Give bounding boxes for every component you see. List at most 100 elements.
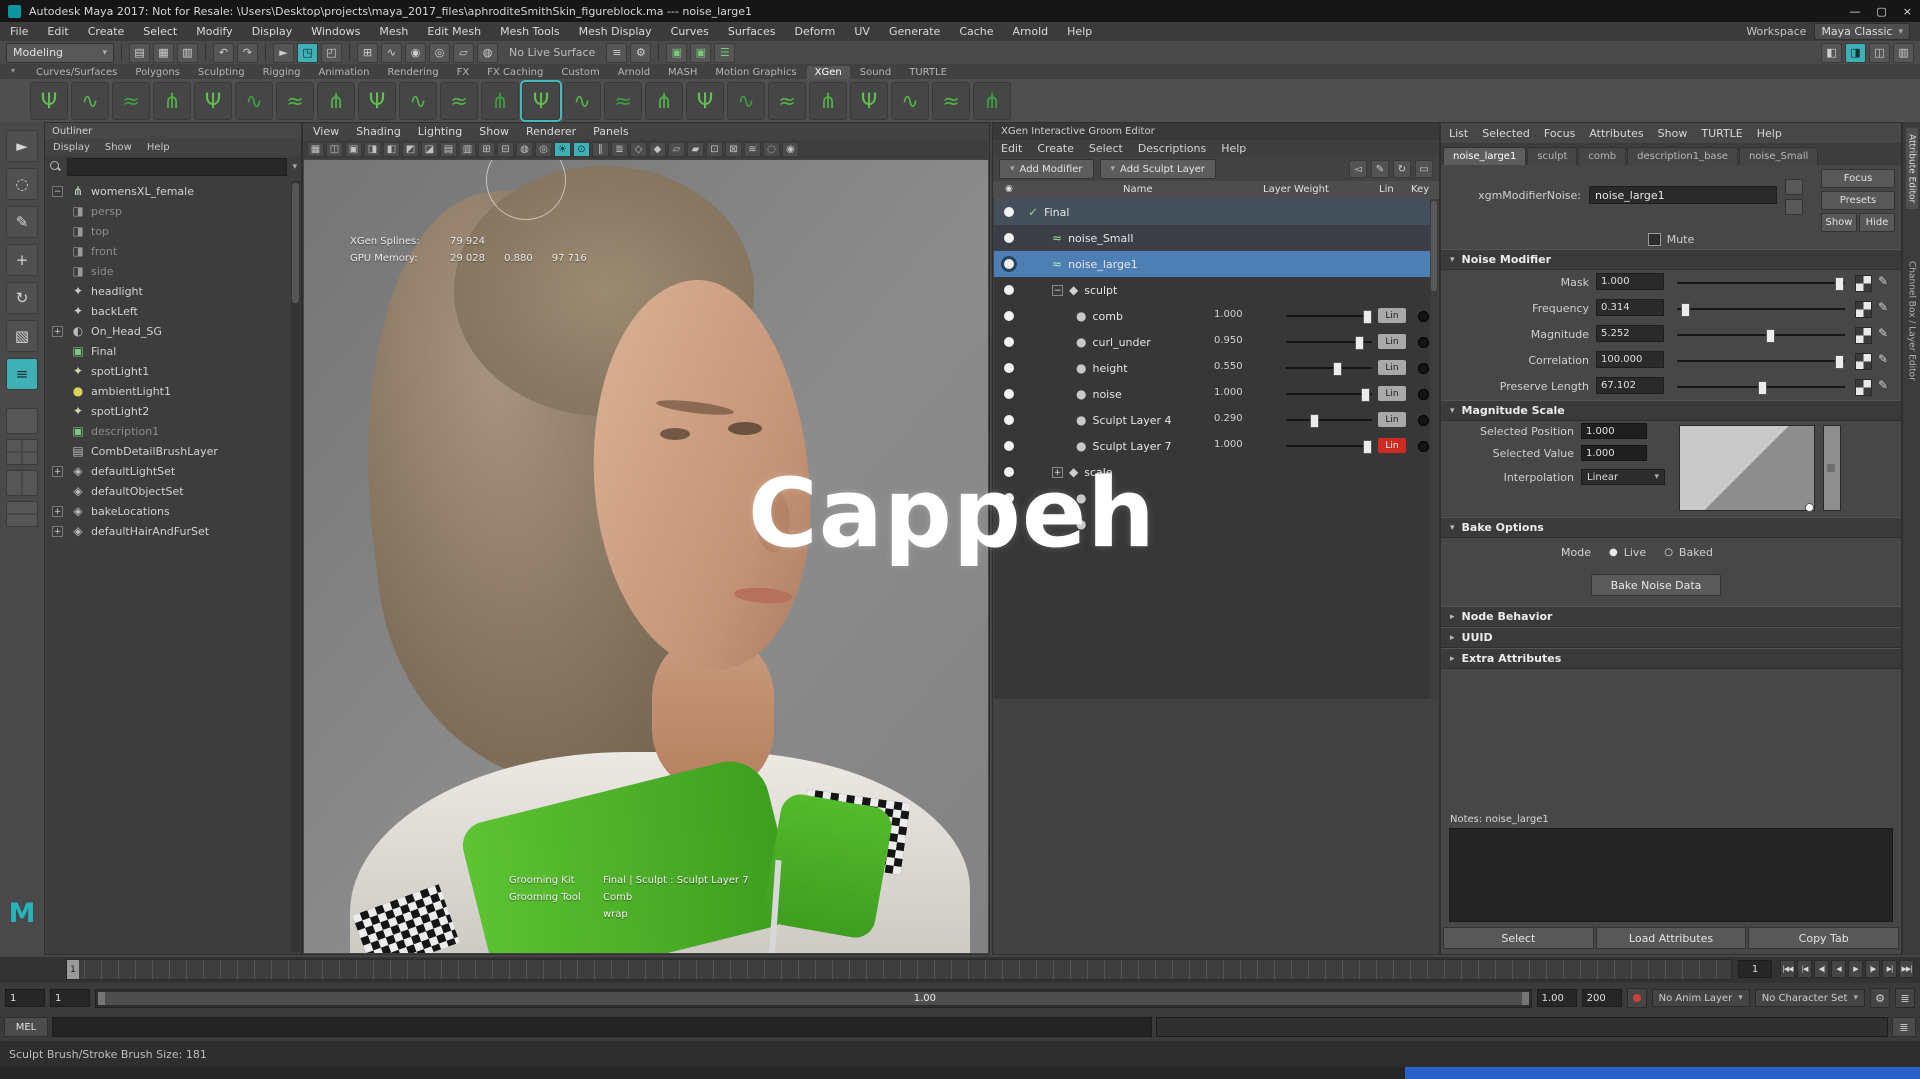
- show-button[interactable]: Show: [1821, 213, 1857, 232]
- xgen-shelf-tool[interactable]: Ψ: [30, 82, 68, 120]
- ramp-key-point[interactable]: [1805, 503, 1814, 512]
- shelf-tab[interactable]: Rendering: [379, 66, 446, 79]
- viewport-menu-item[interactable]: Panels: [593, 125, 628, 138]
- layer-blend-mode-button[interactable]: Lin: [1378, 334, 1406, 349]
- outliner-item[interactable]: ◨ side: [47, 261, 289, 281]
- viewport-menu-item[interactable]: Show: [479, 125, 509, 138]
- render-settings-icon[interactable]: ☰: [714, 43, 735, 63]
- select-tool[interactable]: ►: [6, 130, 38, 162]
- xgen-shelf-tool[interactable]: ≈: [932, 82, 970, 120]
- layout-single-pane[interactable]: [6, 408, 38, 434]
- auto-keyframe-icon[interactable]: [1627, 988, 1647, 1008]
- character-set-dropdown[interactable]: No Character Set▾: [1755, 989, 1865, 1007]
- outliner-menu-item[interactable]: Display: [53, 142, 90, 153]
- xgen-shelf-tool[interactable]: ≈: [276, 82, 314, 120]
- layer-visibility-dot[interactable]: [1004, 233, 1014, 243]
- groom-layer-row[interactable]: ● curl_under 0.950 Lin: [994, 329, 1430, 355]
- outliner-item[interactable]: ◨ persp: [47, 201, 289, 221]
- layer-weight-slider[interactable]: [1286, 367, 1372, 369]
- menu-item[interactable]: Edit: [47, 25, 68, 38]
- shelf-tab[interactable]: Rigging: [255, 66, 309, 79]
- shelf-tab[interactable]: XGen: [807, 66, 850, 79]
- menu-item[interactable]: File: [10, 25, 28, 38]
- audio-feedback-icon[interactable]: ◅: [1349, 160, 1367, 178]
- viewport-toolbar-icon[interactable]: ◫: [326, 142, 343, 157]
- menu-item[interactable]: Generate: [889, 25, 940, 38]
- groom-layer-row[interactable]: ✓ Final: [994, 199, 1430, 225]
- preset-swatch-icon[interactable]: [1785, 199, 1803, 215]
- layer-blend-mode-button[interactable]: Lin: [1378, 386, 1406, 401]
- groom-layer-row[interactable]: ≈ noise_large1: [994, 251, 1430, 277]
- outliner-item[interactable]: + ◐ On_Head_SG: [47, 321, 289, 341]
- new-scene-icon[interactable]: ▤: [129, 43, 150, 63]
- anim-layer-dropdown[interactable]: No Anim Layer▾: [1652, 989, 1750, 1007]
- outliner-menu-item[interactable]: Help: [147, 142, 170, 153]
- attribute-editor-tab[interactable]: noise_Small: [1739, 147, 1818, 165]
- texture-map-icon[interactable]: [1855, 327, 1872, 344]
- viewport-toolbar-icon[interactable]: ⊟: [497, 142, 514, 157]
- attribute-value-field[interactable]: 1.000: [1596, 273, 1664, 290]
- open-scene-icon[interactable]: ▦: [153, 43, 174, 63]
- transport-button[interactable]: ▶|: [1882, 960, 1897, 978]
- xgen-shelf-tool[interactable]: ≈: [768, 82, 806, 120]
- undo-icon[interactable]: ↶: [213, 43, 234, 63]
- viewport-toolbar-icon[interactable]: ◧: [383, 142, 400, 157]
- attribute-value-field[interactable]: 100.000: [1596, 351, 1664, 368]
- playback-options-icon[interactable]: ≣: [1895, 988, 1915, 1008]
- noise-modifier-section-header[interactable]: ▾Noise Modifier: [1441, 249, 1901, 270]
- brush-icon[interactable]: ✎: [1371, 160, 1389, 178]
- snap-to-view-plane-icon[interactable]: ▱: [453, 43, 474, 63]
- layout-four-pane[interactable]: [6, 439, 38, 465]
- groom-comb-tool[interactable]: ≡: [6, 358, 38, 390]
- snap-to-point-icon[interactable]: ◉: [405, 43, 426, 63]
- construction-history-icon[interactable]: ⚙: [630, 43, 651, 63]
- layer-visibility-dot[interactable]: [1004, 389, 1014, 399]
- viewport-toolbar-icon[interactable]: ▤: [440, 142, 457, 157]
- outliner-item[interactable]: − ⋔ womensXL_female: [47, 181, 289, 201]
- xgen-shelf-tool[interactable]: ≈: [440, 82, 478, 120]
- layer-visibility-dot[interactable]: [1004, 285, 1014, 295]
- animation-start-field[interactable]: 1: [5, 989, 45, 1007]
- layer-weight-value[interactable]: 1.000: [1214, 309, 1262, 320]
- xgen-shelf-tool[interactable]: Ψ: [194, 82, 232, 120]
- attribute-editor-menu-item[interactable]: Selected: [1482, 127, 1530, 140]
- groom-layer-row[interactable]: ● Sculpt Layer 7 1.000 Lin: [994, 433, 1430, 459]
- texture-map-icon[interactable]: [1855, 379, 1872, 396]
- layer-blend-mode-button[interactable]: Lin: [1378, 360, 1406, 375]
- sidebar-vertical-tab[interactable]: Channel Box / Layer Editor: [1906, 255, 1918, 387]
- menu-item[interactable]: Curves: [671, 25, 709, 38]
- layer-weight-slider[interactable]: [1286, 445, 1372, 447]
- attribute-value-field[interactable]: 5.252: [1596, 325, 1664, 342]
- xgen-shelf-tool[interactable]: ∿: [235, 82, 273, 120]
- attribute-editor-tab[interactable]: noise_large1: [1443, 147, 1526, 165]
- layer-key-dot[interactable]: [1418, 415, 1429, 426]
- notes-textarea[interactable]: [1449, 828, 1893, 922]
- animation-end-field[interactable]: 200: [1582, 989, 1622, 1007]
- attribute-editor-tab[interactable]: description1_base: [1627, 147, 1738, 165]
- command-input[interactable]: [52, 1017, 1152, 1037]
- xgen-shelf-tool[interactable]: ∿: [727, 82, 765, 120]
- xgen-shelf-tool[interactable]: ⋔: [153, 82, 191, 120]
- viewport-toolbar-icon[interactable]: ◆: [649, 142, 666, 157]
- viewport-toolbar-icon[interactable]: ◇: [630, 142, 647, 157]
- minimize-button[interactable]: —: [1849, 5, 1860, 18]
- time-slider-track[interactable]: [66, 959, 1732, 980]
- redo-icon[interactable]: ↷: [237, 43, 258, 63]
- bake-options-section-header[interactable]: ▾Bake Options: [1441, 517, 1901, 538]
- attribute-slider[interactable]: [1677, 334, 1845, 336]
- viewport-toolbar-icon[interactable]: ☀: [554, 142, 571, 157]
- current-frame-marker[interactable]: 1: [67, 960, 79, 979]
- menu-item[interactable]: Cache: [959, 25, 993, 38]
- outliner-search-input[interactable]: [67, 158, 287, 176]
- transport-button[interactable]: |◀◀: [1780, 960, 1795, 978]
- maximize-button[interactable]: ▢: [1876, 5, 1886, 18]
- mute-checkbox[interactable]: [1648, 233, 1661, 246]
- outliner-item[interactable]: ▣ Final: [47, 341, 289, 361]
- expression-icon[interactable]: ✎: [1878, 378, 1888, 392]
- bake-mode-option[interactable]: ○ Baked: [1664, 546, 1713, 559]
- attribute-editor-footer-button[interactable]: Copy Tab: [1748, 927, 1899, 949]
- xgen-shelf-tool[interactable]: Ψ: [358, 82, 396, 120]
- expander-icon[interactable]: −: [1052, 285, 1063, 296]
- layer-weight-value[interactable]: 0.550: [1214, 361, 1262, 372]
- menu-item[interactable]: Select: [143, 25, 177, 38]
